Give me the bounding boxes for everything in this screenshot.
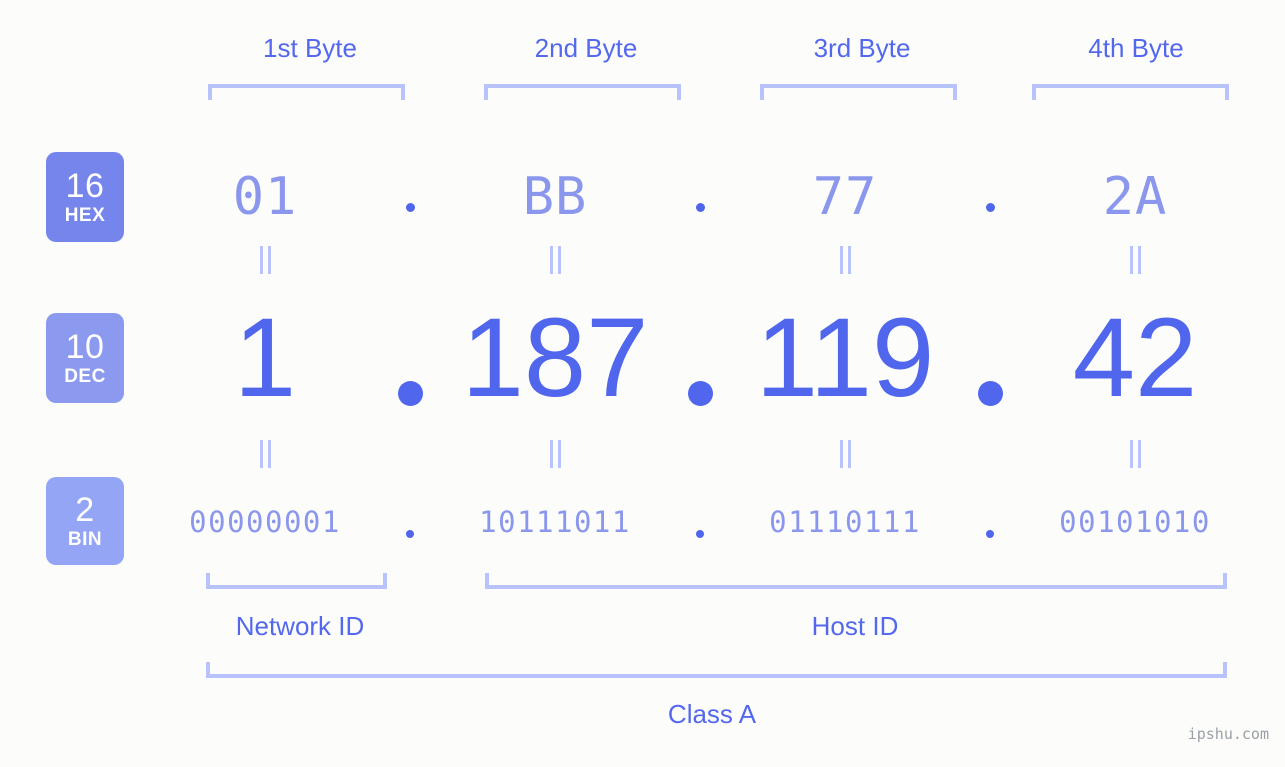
host-id-bracket [485,573,1227,589]
radix-badge-dec: 10 DEC [46,313,124,403]
byte-header-2: 2nd Byte [534,33,638,63]
class-bracket [206,662,1227,678]
host-id-label: Host ID [811,611,899,641]
byte-header-3: 3rd Byte [813,33,911,63]
hex-separator-2 [670,150,730,244]
dec-byte-2: 187 [461,295,649,420]
bin-separator-3 [960,490,1020,554]
dot-icon [986,530,994,538]
equals-icon [1129,246,1141,274]
byte-header-4: 4th Byte [1088,33,1184,63]
equals-row-dec-bin [150,440,1250,468]
radix-badge-bin: 2 BIN [46,477,124,565]
bin-byte-3: 01110111 [769,505,921,539]
equals-icon [549,246,561,274]
hex-value-row: 01 BB 77 2A [150,150,1250,244]
binary-value-row: 00000001 10111011 01110111 00101010 [150,490,1250,554]
dot-icon [406,530,414,538]
radix-badge-hex-name: HEX [64,205,106,226]
dot-icon [687,381,713,406]
equals-icon [1129,440,1141,468]
dec-separator-1 [380,298,440,418]
equals-icon [839,246,851,274]
byte-bracket-1 [208,84,405,100]
equals-icon [259,440,271,468]
equals-slot-3 [730,440,960,468]
equals-row-hex-dec [150,246,1250,274]
equals-slot-2 [440,246,670,274]
network-id-label: Network ID [235,611,365,641]
hex-byte-1: 01 [232,167,298,227]
dot-icon [985,203,995,212]
dot-icon [405,203,415,212]
equals-icon [549,440,561,468]
equals-icon [259,246,271,274]
bin-byte-2: 10111011 [479,505,631,539]
equals-slot-2 [440,440,670,468]
byte-bracket-4 [1032,84,1229,100]
byte-bracket-3 [760,84,957,100]
equals-slot-1 [150,246,380,274]
dec-byte-1: 1 [233,295,297,420]
network-id-bracket [206,573,387,589]
hex-byte-3: 77 [812,167,878,227]
dec-byte-3: 119 [755,295,935,420]
dot-icon [695,203,705,212]
radix-badge-bin-name: BIN [67,529,103,550]
equals-slot-4 [1020,246,1250,274]
ip-breakdown-diagram: 1st Byte 2nd Byte 3rd Byte 4th Byte 16 H… [0,0,1285,767]
watermark: ipshu.com [1187,725,1269,743]
dot-icon [696,530,704,538]
dot-icon [977,381,1003,406]
byte-bracket-2 [484,84,681,100]
class-label: Class A [667,699,757,729]
equals-icon [839,440,851,468]
radix-badge-hex-base: 16 [65,167,105,205]
radix-badge-bin-base: 2 [75,491,95,529]
equals-slot-3 [730,246,960,274]
dec-byte-4: 42 [1072,295,1198,420]
byte-header-1: 1st Byte [263,33,357,63]
decimal-value-row: 1 187 119 42 [150,298,1250,418]
dec-separator-3 [960,298,1020,418]
dot-icon [397,381,423,406]
hex-separator-3 [960,150,1020,244]
bin-separator-2 [670,490,730,554]
hex-byte-2: BB [522,167,588,227]
radix-badge-dec-base: 10 [65,328,105,366]
radix-badge-hex: 16 HEX [46,152,124,242]
equals-slot-1 [150,440,380,468]
equals-slot-4 [1020,440,1250,468]
bin-separator-1 [380,490,440,554]
radix-badge-dec-name: DEC [64,366,106,387]
dec-separator-2 [670,298,730,418]
bin-byte-4: 00101010 [1059,505,1211,539]
bin-byte-1: 00000001 [189,505,341,539]
hex-byte-4: 2A [1102,167,1168,227]
hex-separator-1 [380,150,440,244]
